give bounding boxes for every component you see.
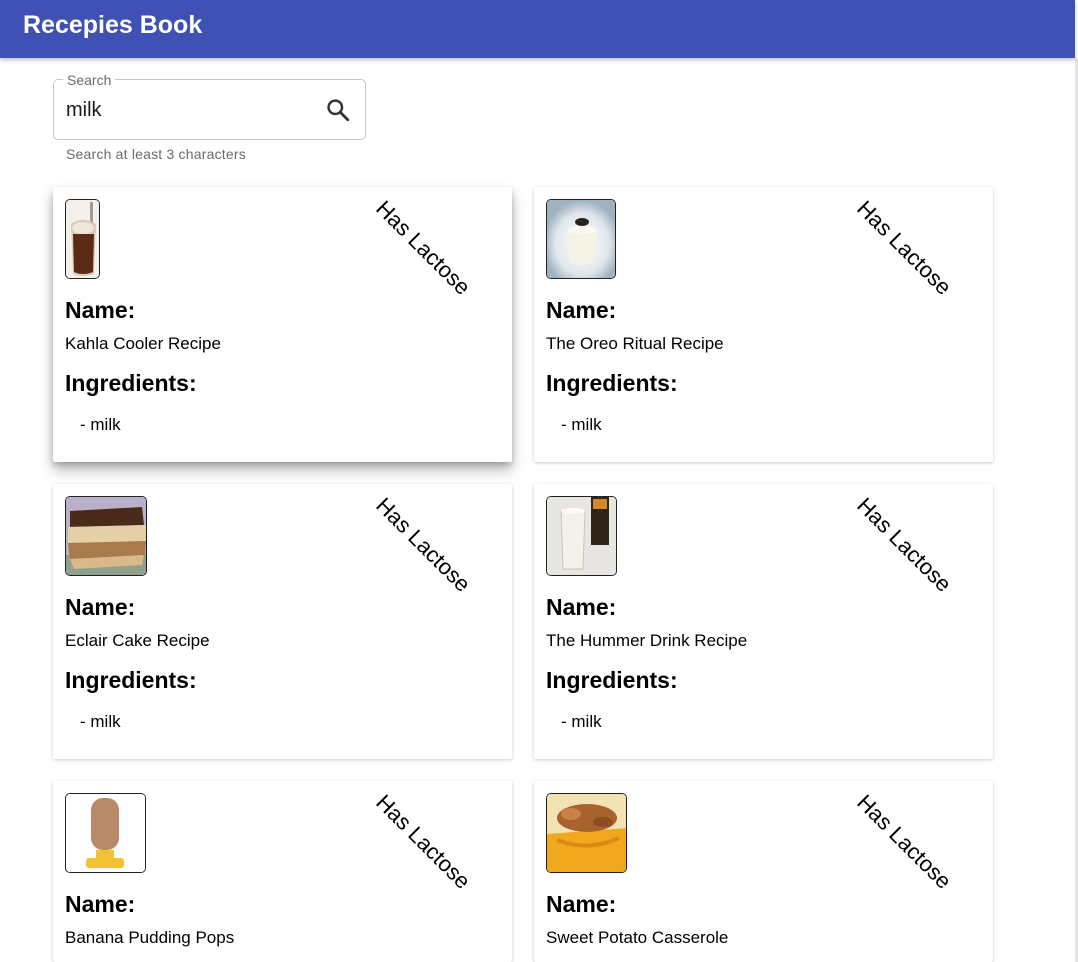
ingredient-item: - milk bbox=[80, 415, 121, 434]
recipe-thumbnail bbox=[546, 496, 617, 576]
ingredients-label: Ingredients: bbox=[546, 667, 678, 693]
ingredient-item: - milk bbox=[561, 415, 602, 434]
recipe-thumbnail bbox=[65, 496, 147, 576]
lactose-badge: Has Lactose bbox=[852, 195, 957, 300]
name-label: Name: bbox=[546, 297, 617, 323]
ingredient-item: - milk bbox=[80, 712, 121, 731]
recipe-name: The Oreo Ritual Recipe bbox=[546, 334, 724, 353]
app-title: Recepies Book bbox=[23, 11, 203, 39]
recipe-name: Sweet Potato Casserole bbox=[546, 928, 729, 947]
recipe-card[interactable]: Has Lactose Name: The Hummer Drink Recip… bbox=[534, 484, 993, 759]
name-label: Name: bbox=[546, 594, 617, 620]
recipe-card[interactable]: Has Lactose Name: Sweet Potato Casserole bbox=[534, 781, 993, 962]
search-label: Search bbox=[63, 72, 116, 88]
search-field[interactable] bbox=[53, 79, 366, 140]
search-hint: Search at least 3 characters bbox=[66, 146, 246, 162]
recipe-name: Eclair Cake Recipe bbox=[65, 631, 210, 650]
search-icon[interactable] bbox=[325, 97, 351, 123]
recipe-thumbnail bbox=[546, 199, 616, 279]
ingredients-label: Ingredients: bbox=[65, 667, 197, 693]
recipe-thumbnail bbox=[546, 793, 627, 873]
lactose-badge: Has Lactose bbox=[371, 195, 476, 300]
recipe-name: Kahla Cooler Recipe bbox=[65, 334, 221, 353]
name-label: Name: bbox=[65, 891, 136, 917]
recipe-card[interactable]: Has Lactose Name: Kahla Cooler Recipe In… bbox=[53, 187, 512, 462]
recipe-card[interactable]: Has Lactose Name: Eclair Cake Recipe Ing… bbox=[53, 484, 512, 759]
ingredients-label: Ingredients: bbox=[65, 370, 197, 396]
app-toolbar: Recepies Book bbox=[0, 0, 1075, 58]
recipe-name: Banana Pudding Pops bbox=[65, 928, 235, 947]
ingredients-label: Ingredients: bbox=[546, 370, 678, 396]
lactose-badge: Has Lactose bbox=[852, 789, 957, 894]
recipe-thumbnail bbox=[65, 793, 146, 873]
name-label: Name: bbox=[65, 297, 136, 323]
lactose-badge: Has Lactose bbox=[371, 789, 476, 894]
lactose-badge: Has Lactose bbox=[852, 492, 957, 597]
recipe-card[interactable]: Has Lactose Name: The Oreo Ritual Recipe… bbox=[534, 187, 993, 462]
recipe-name: The Hummer Drink Recipe bbox=[546, 631, 748, 650]
name-label: Name: bbox=[546, 891, 617, 917]
recipe-thumbnail bbox=[65, 199, 100, 279]
search-input[interactable] bbox=[66, 96, 316, 124]
recipe-card[interactable]: Has Lactose Name: Banana Pudding Pops bbox=[53, 781, 512, 962]
name-label: Name: bbox=[65, 594, 136, 620]
ingredient-item: - milk bbox=[561, 712, 602, 731]
lactose-badge: Has Lactose bbox=[371, 492, 476, 597]
